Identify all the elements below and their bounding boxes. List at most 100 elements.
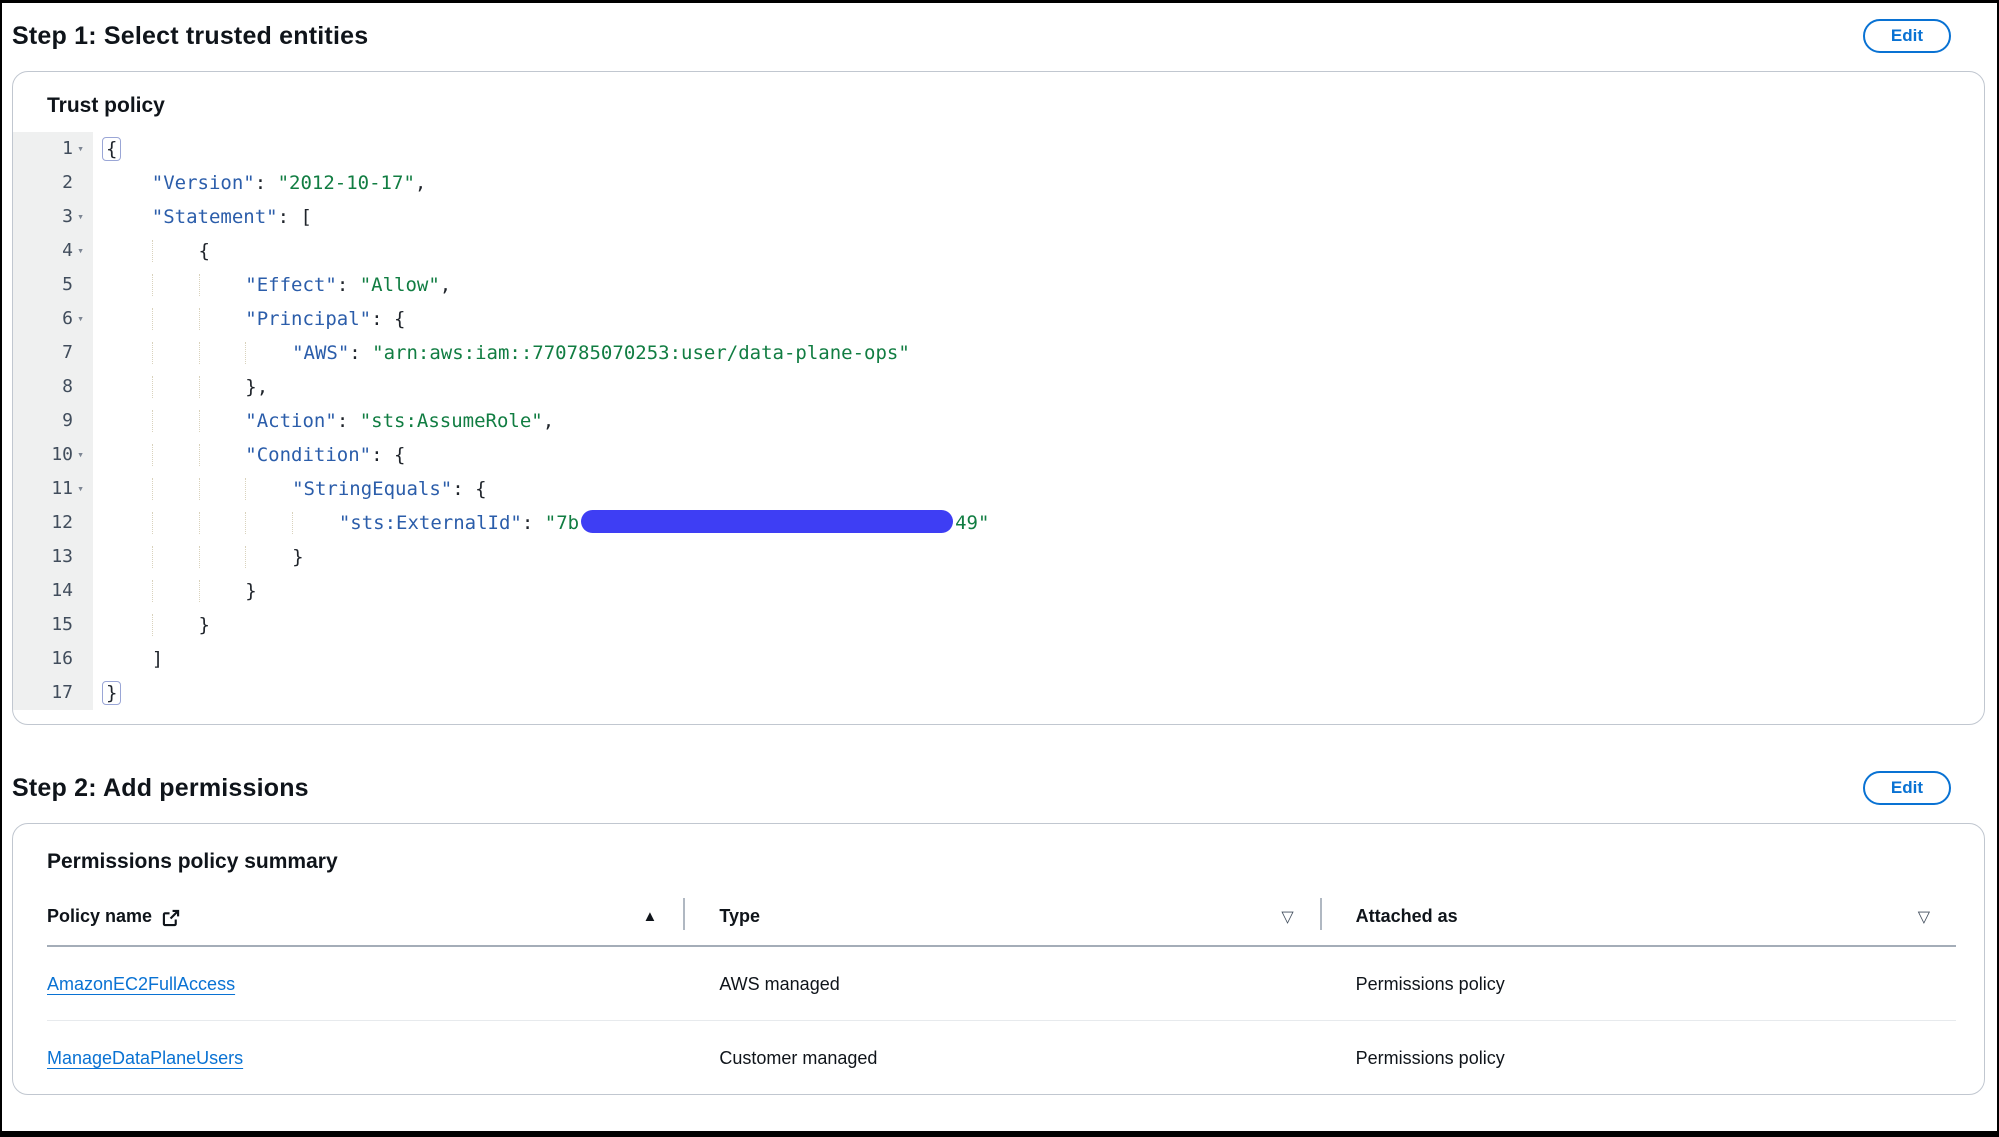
table-row: AmazonEC2FullAccessAWS managedPermission… (47, 946, 1956, 1021)
code-line: 2 "Version": "2012-10-17", (13, 166, 1984, 200)
sort-icon: ▽ (1918, 907, 1930, 927)
fold-arrow-icon[interactable]: ▾ (73, 234, 88, 268)
policy-type-cell: Customer managed (683, 1021, 1319, 1095)
indent-guide (152, 478, 199, 500)
json-key: "Condition" (245, 444, 371, 466)
line-gutter: 13 (13, 540, 93, 574)
column-header-attached-as[interactable]: Attached as ▽ (1320, 894, 1956, 946)
step1-title: Step 1: Select trusted entities (12, 22, 368, 51)
policy-name-cell: AmazonEC2FullAccess (47, 946, 683, 1021)
json-punctuation: } (199, 614, 210, 636)
code-line-text: } (93, 608, 210, 642)
column-label-policy-name: Policy name (47, 906, 152, 927)
json-key: "Action" (245, 410, 337, 432)
step1-edit-button[interactable]: Edit (1863, 19, 1951, 53)
permissions-summary-card: Permissions policy summary Policy name▲T… (12, 823, 1985, 1095)
line-gutter: 5 (13, 268, 93, 302)
indent-guide (152, 580, 199, 602)
indent-guide (199, 478, 246, 500)
policy-name-link[interactable]: AmazonEC2FullAccess (47, 974, 235, 994)
json-string: "7b (545, 512, 579, 534)
line-number: 13 (51, 540, 73, 574)
fold-arrow-icon[interactable]: ▾ (73, 472, 88, 506)
json-string: "2012-10-17" (278, 172, 415, 194)
policy-name-link[interactable]: ManageDataPlaneUsers (47, 1048, 243, 1068)
code-line-text: } (93, 540, 304, 574)
indent-space (106, 512, 152, 534)
indent-guide (152, 614, 199, 636)
column-label-type: Type (719, 906, 760, 927)
line-number: 12 (51, 506, 73, 540)
code-line-text: ] (93, 642, 163, 676)
policy-name-cell: ManageDataPlaneUsers (47, 1021, 683, 1095)
line-gutter: 14 (13, 574, 93, 608)
code-line: 3▾ "Statement": [ (13, 200, 1984, 234)
json-punctuation: { (199, 240, 210, 262)
json-punctuation: : (337, 410, 360, 432)
trust-policy-editor[interactable]: 1▾{2 "Version": "2012-10-17",3▾ "Stateme… (13, 132, 1984, 724)
indent-space (106, 580, 152, 602)
fold-arrow-icon[interactable]: ▾ (73, 132, 88, 166)
indent-space (106, 342, 152, 364)
code-line-text: "Statement": [ (93, 200, 312, 234)
indent-guide (245, 342, 292, 364)
indent-guide (152, 512, 199, 534)
table-header-row: Policy name▲Type▽ Attached as ▽ (47, 894, 1956, 946)
indent-guide (245, 546, 292, 568)
indent-space (106, 172, 152, 194)
code-line-text: { (93, 234, 210, 268)
indent-guide (199, 410, 246, 432)
indent-guide (199, 512, 246, 534)
json-punctuation: , (440, 274, 451, 296)
json-string: "Allow" (360, 274, 440, 296)
code-line: 16 ] (13, 642, 1984, 676)
indent-guide (152, 240, 199, 262)
line-gutter: 16 (13, 642, 93, 676)
indent-space (106, 274, 152, 296)
code-line: 15 } (13, 608, 1984, 642)
table-row: ManageDataPlaneUsersCustomer managedPerm… (47, 1021, 1956, 1095)
attached-as-cell: Permissions policy (1320, 946, 1956, 1021)
fold-arrow-icon[interactable]: ▾ (73, 200, 88, 234)
indent-space (106, 546, 152, 568)
indent-space (106, 614, 152, 636)
line-number: 15 (51, 608, 73, 642)
indent-guide (152, 376, 199, 398)
fold-arrow-icon[interactable]: ▾ (73, 302, 88, 336)
indent-guide (292, 512, 339, 534)
permissions-policy-table: Policy name▲Type▽ Attached as ▽ AmazonEC2F… (47, 894, 1956, 1094)
step2-title: Step 2: Add permissions (12, 774, 309, 803)
trust-policy-card: Trust policy 1▾{2 "Version": "2012-10-17… (12, 71, 1985, 725)
indent-guide (199, 580, 246, 602)
fold-arrow-icon[interactable]: ▾ (73, 438, 88, 472)
code-line-text: } (93, 676, 121, 710)
json-punctuation: ] (152, 648, 163, 670)
indent-space (106, 478, 152, 500)
line-number: 4 (62, 234, 73, 268)
indent-space (106, 240, 152, 262)
code-line: 1▾{ (13, 132, 1984, 166)
code-line-text: "Effect": "Allow", (93, 268, 451, 302)
line-gutter: 2 (13, 166, 93, 200)
json-punctuation: , (543, 410, 554, 432)
iam-role-review-page: Step 1: Select trusted entities Edit Tru… (2, 3, 1997, 1095)
json-string: "sts:AssumeRole" (360, 410, 543, 432)
column-header-policy-name[interactable]: Policy name▲ (47, 894, 683, 946)
json-key: "AWS" (292, 342, 349, 364)
line-gutter: 4▾ (13, 234, 93, 268)
code-line: 9 "Action": "sts:AssumeRole", (13, 404, 1984, 438)
permissions-card-title: Permissions policy summary (13, 824, 1984, 894)
json-key: "StringEquals" (292, 478, 452, 500)
json-string: 49" (955, 512, 989, 534)
line-gutter: 7 (13, 336, 93, 370)
code-line: 17} (13, 676, 1984, 710)
json-punctuation: : (337, 274, 360, 296)
step1-header-row: Step 1: Select trusted entities Edit (12, 19, 1985, 53)
column-label-attached-as: Attached as (1356, 906, 1458, 927)
json-string: "arn:aws:iam::770785070253:user/data-pla… (372, 342, 910, 364)
indent-guide (199, 376, 246, 398)
step2-edit-button[interactable]: Edit (1863, 771, 1951, 805)
line-number: 2 (62, 166, 73, 200)
line-number: 7 (62, 336, 73, 370)
column-header-type[interactable]: Type▽ (683, 894, 1319, 946)
